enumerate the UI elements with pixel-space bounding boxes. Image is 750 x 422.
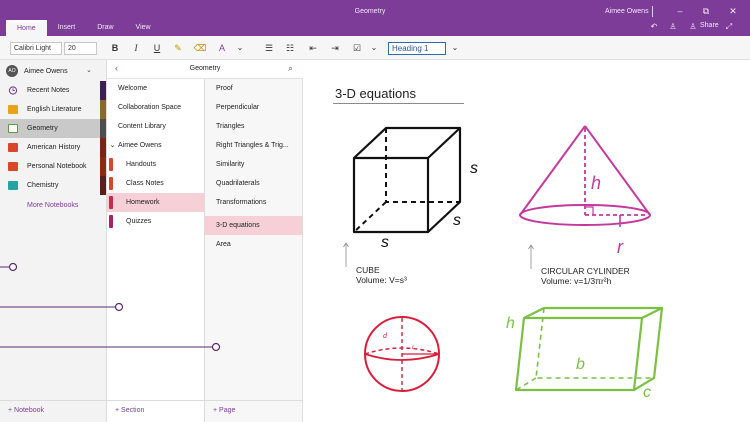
minimize-button[interactable]: – [671, 4, 689, 18]
cube-caption-formula: Volume: V=s³ [356, 275, 407, 285]
prism-height-label: h [506, 315, 515, 332]
title-divider [652, 6, 653, 17]
cube-caption-name: CUBE [356, 265, 380, 275]
prism-depth-label: c [643, 384, 651, 401]
share-button[interactable]: Share [700, 22, 719, 29]
cube-side-label: s [470, 160, 478, 177]
prism-base-label: b [576, 356, 585, 373]
sphere-drawing [364, 316, 440, 392]
chevron-down-icon[interactable]: ⌄ [449, 41, 461, 55]
restore-button[interactable]: ⧉ [697, 4, 715, 18]
sphere-radius-label: r [412, 345, 414, 351]
page-canvas[interactable]: 3-D equations s s s CUBE Volume: V=s³ h … [304, 60, 750, 422]
signed-in-user[interactable]: Aimee Owens [605, 8, 649, 15]
cone-drawing [519, 125, 651, 227]
window-title: Geometry [354, 8, 386, 15]
cone-caption-marker [528, 244, 534, 269]
cube-caption-marker [343, 242, 349, 267]
cone-radius-label: r [617, 237, 623, 257]
style-picker[interactable]: Heading 1 [388, 42, 446, 55]
cube-base-label: s [381, 234, 389, 251]
undo-icon[interactable]: ↶ [648, 21, 660, 33]
cube-caption: CUBE Volume: V=s³ [356, 265, 407, 285]
cone-caption-formula: Volume: v=1/3πr²h [541, 276, 612, 286]
title-underline [333, 103, 464, 104]
close-button[interactable]: ✕ [724, 4, 742, 18]
pane-connector-lines [0, 262, 221, 352]
outdent-icon[interactable]: ⇤ [306, 41, 320, 55]
sphere-diameter-label: d [383, 333, 387, 340]
chevron-down-icon[interactable]: ⌄ [368, 41, 380, 55]
person-icon[interactable]: ♙ [667, 21, 679, 33]
cube-depth-label: s [453, 212, 461, 229]
cube-drawing [352, 126, 462, 234]
expand-icon[interactable]: ⤢ [723, 21, 735, 33]
share-icon[interactable]: ♙ [687, 21, 699, 33]
cone-caption: CIRCULAR CYLINDER Volume: v=1/3πr²h [541, 266, 630, 286]
cone-height-label: h [591, 173, 602, 193]
cone-caption-name: CIRCULAR CYLINDER [541, 266, 630, 276]
page-title[interactable]: 3-D equations [335, 86, 416, 101]
todo-checkbox-icon[interactable]: ☑ [350, 41, 364, 55]
indent-icon[interactable]: ⇥ [328, 41, 342, 55]
